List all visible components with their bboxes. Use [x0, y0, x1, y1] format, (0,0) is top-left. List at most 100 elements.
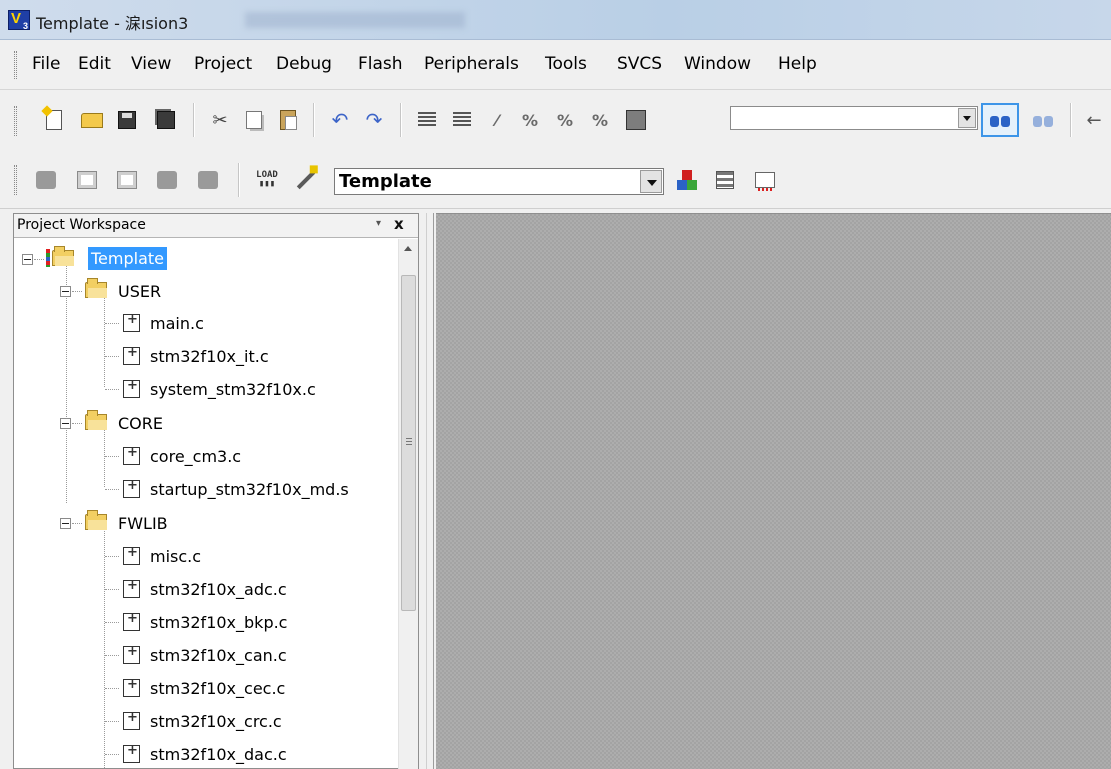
source-file-icon: [123, 578, 140, 598]
collapse-icon[interactable]: [60, 286, 71, 297]
chevron-down-icon[interactable]: [958, 108, 976, 128]
menu-svcs[interactable]: SVCS: [617, 54, 662, 74]
toolbar-separator: [400, 103, 402, 137]
toolbar-grip[interactable]: [14, 106, 17, 136]
window-title: Template - 淭ısion3: [36, 14, 189, 33]
save-all-icon: [157, 111, 175, 129]
bookmark-prev-icon: %: [521, 110, 539, 130]
menu-view[interactable]: View: [131, 54, 171, 74]
scrollbar-thumb[interactable]: [401, 275, 416, 611]
menu-debug[interactable]: Debug: [276, 54, 332, 74]
panel-menu-icon[interactable]: ▾: [376, 218, 381, 229]
tree-group-core[interactable]: CORE: [14, 409, 398, 437]
menu-flash[interactable]: Flash: [358, 54, 403, 74]
tree-file[interactable]: stm32f10x_adc.c: [14, 575, 398, 603]
tree-group-user[interactable]: USER: [14, 277, 398, 305]
target-select[interactable]: Template: [334, 168, 664, 195]
download-button[interactable]: LOAD ▮▮▮: [255, 168, 279, 192]
tree-line: [105, 589, 119, 590]
collapse-icon[interactable]: [22, 254, 33, 265]
incremental-find-button[interactable]: [1031, 108, 1055, 132]
new-file-icon: [46, 110, 62, 130]
translate-button[interactable]: [34, 168, 58, 192]
menubar-grip[interactable]: [14, 51, 17, 79]
toolbar-grip[interactable]: [14, 165, 17, 195]
find-combo[interactable]: [730, 106, 978, 130]
bookmark-button[interactable]: ⁄: [485, 108, 509, 132]
tree-file[interactable]: stm32f10x_crc.c: [14, 707, 398, 735]
tree-line: [105, 556, 119, 557]
find-in-files-button[interactable]: [624, 108, 648, 132]
copy-button[interactable]: [242, 108, 266, 132]
cut-button[interactable]: ✂: [208, 108, 232, 132]
undo-button[interactable]: ↶: [328, 108, 352, 132]
tree-file[interactable]: core_cm3.c: [14, 442, 398, 470]
collapse-icon[interactable]: [60, 518, 71, 529]
panel-splitter[interactable]: [426, 213, 434, 769]
bookmark-next-icon: %: [556, 110, 574, 130]
scroll-up-arrow-icon[interactable]: [399, 239, 418, 257]
tree-file[interactable]: main.c: [14, 309, 398, 337]
tree-group-label: USER: [118, 282, 162, 301]
tree-file[interactable]: stm32f10x_dac.c: [14, 740, 398, 768]
pack-installer-button[interactable]: [753, 168, 777, 192]
uvision-window: Template - 淭ısion3 File Edit View Projec…: [0, 0, 1111, 769]
tree-file[interactable]: stm32f10x_it.c: [14, 342, 398, 370]
bookmark-clear-button[interactable]: %: [588, 108, 612, 132]
toolbar-separator: [238, 163, 240, 197]
tree-file-label: stm32f10x_it.c: [150, 347, 269, 366]
stop-build-button[interactable]: [196, 168, 220, 192]
tree-file-label: main.c: [150, 314, 204, 333]
tree-file-label: stm32f10x_can.c: [150, 646, 287, 665]
chevron-down-icon[interactable]: [640, 170, 662, 193]
tree-file[interactable]: stm32f10x_cec.c: [14, 674, 398, 702]
title-bar[interactable]: Template - 淭ısion3: [0, 0, 1111, 40]
build-button[interactable]: [75, 168, 99, 192]
vertical-scrollbar[interactable]: [398, 239, 418, 769]
uvision-app-icon[interactable]: [8, 10, 30, 31]
paste-button[interactable]: [276, 108, 300, 132]
menu-tools[interactable]: Tools: [545, 54, 587, 74]
open-folder-icon: [81, 112, 103, 128]
target-options-button[interactable]: [294, 168, 318, 192]
toolbar-separator: [193, 103, 195, 137]
tree-root[interactable]: Template: [14, 245, 398, 273]
menu-window[interactable]: Window: [684, 54, 751, 74]
tree-file[interactable]: stm32f10x_bkp.c: [14, 608, 398, 636]
source-file-icon: [123, 312, 140, 332]
menu-file[interactable]: File: [32, 54, 60, 74]
new-file-button[interactable]: [42, 108, 66, 132]
editor-area[interactable]: [436, 213, 1111, 769]
project-target-icon: [46, 249, 50, 267]
collapse-icon[interactable]: [60, 418, 71, 429]
open-file-button[interactable]: [80, 108, 104, 132]
source-file-icon: [123, 478, 140, 498]
bookmark-next-button[interactable]: %: [553, 108, 577, 132]
tree-group-fwlib[interactable]: FWLIB: [14, 509, 398, 537]
manage-components-button[interactable]: [675, 168, 699, 192]
bookmark-prev-button[interactable]: %: [518, 108, 542, 132]
translate-icon: [36, 171, 56, 189]
tree-file[interactable]: misc.c: [14, 542, 398, 570]
redo-button[interactable]: ↷: [362, 108, 386, 132]
tree-file[interactable]: stm32f10x_can.c: [14, 641, 398, 669]
folder-icon: [85, 278, 107, 298]
books-button[interactable]: [713, 168, 737, 192]
tree-file[interactable]: startup_stm32f10x_md.s: [14, 475, 398, 503]
menu-peripherals[interactable]: Peripherals: [424, 54, 519, 74]
unindent-button[interactable]: [450, 108, 474, 132]
find-button[interactable]: [981, 103, 1019, 137]
indent-button[interactable]: [415, 108, 439, 132]
navigate-back-button[interactable]: ←: [1082, 108, 1106, 132]
close-icon[interactable]: x: [394, 215, 404, 233]
save-all-button[interactable]: [154, 108, 178, 132]
batch-build-button[interactable]: [155, 168, 179, 192]
save-button[interactable]: [115, 108, 139, 132]
find-button-inner[interactable]: [988, 108, 1012, 132]
rebuild-button[interactable]: [115, 168, 139, 192]
menu-edit[interactable]: Edit: [78, 54, 111, 74]
menu-help[interactable]: Help: [778, 54, 817, 74]
tree-file-label: system_stm32f10x.c: [150, 380, 316, 399]
tree-file[interactable]: system_stm32f10x.c: [14, 375, 398, 403]
menu-project[interactable]: Project: [194, 54, 252, 74]
